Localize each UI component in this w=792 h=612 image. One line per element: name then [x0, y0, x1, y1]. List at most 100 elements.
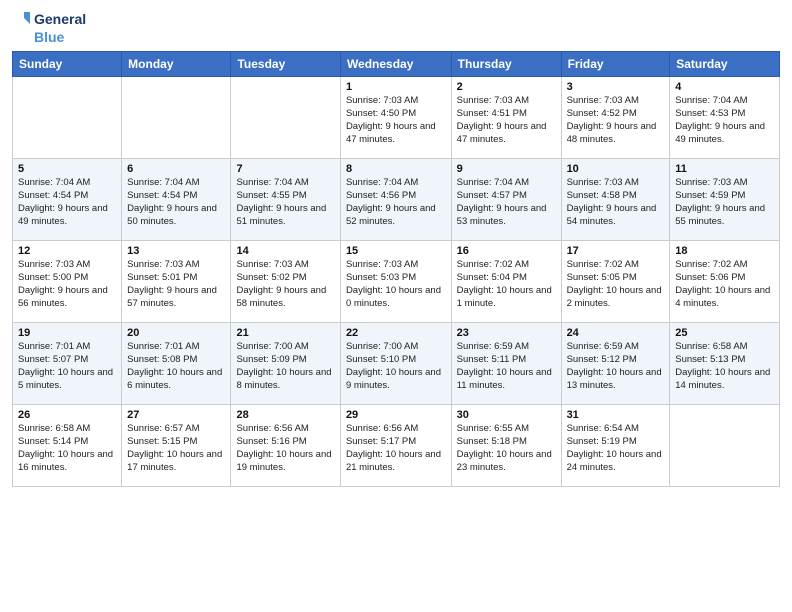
calendar-cell: 26Sunrise: 6:58 AM Sunset: 5:14 PM Dayli…: [13, 405, 122, 487]
calendar-cell: 30 Sunrise: 6:55 AM Sunset: 5:18 PM Dayli…: [451, 405, 561, 487]
day-info: Sunrise: 6:59 AM Sunset: 5:11 PM Dayligh…: [457, 341, 556, 392]
day-number: 3: [567, 81, 665, 93]
calendar-cell: 8 Sunrise: 7:04 AM Sunset: 4:56 PM Daylig…: [340, 159, 451, 241]
calendar-cell: 1 Sunrise: 7:03 AM Sunset: 4:50 PM Daylig…: [340, 77, 451, 159]
calendar-header-thursday: Thursday: [451, 52, 561, 77]
day-info: Sunrise: 7:02 AM Sunset: 5:05 PM Dayligh…: [567, 259, 665, 310]
calendar-cell: 4 Sunrise: 7:04 AM Sunset: 4:53 PM Daylig…: [670, 77, 780, 159]
day-number: 21: [236, 327, 334, 339]
day-number: 7: [236, 163, 334, 175]
day-number: 20: [127, 327, 225, 339]
calendar-cell: 7 Sunrise: 7:04 AM Sunset: 4:55 PM Daylig…: [231, 159, 340, 241]
calendar-cell: 12 Sunrise: 7:03 AM Sunset: 5:00 PM Dayli…: [13, 241, 122, 323]
calendar-cell: 14 Sunrise: 7:03 AM Sunset: 5:02 PM Dayli…: [231, 241, 340, 323]
day-number: 1: [346, 81, 446, 93]
calendar-cell: 31 Sunrise: 6:54 AM Sunset: 5:19 PM Dayli…: [561, 405, 670, 487]
day-number: 19: [18, 327, 116, 339]
page-container: General Blue SundayMondayTuesdayWednesda…: [0, 0, 792, 612]
day-info: Sunrise: 6:56 AM Sunset: 5:16 PM Dayligh…: [236, 423, 334, 474]
day-number: 6: [127, 163, 225, 175]
calendar-cell: [13, 77, 122, 159]
calendar-cell: 18Sunrise: 7:02 AM Sunset: 5:06 PM Dayli…: [670, 241, 780, 323]
day-info: Sunrise: 6:54 AM Sunset: 5:19 PM Dayligh…: [567, 423, 665, 474]
calendar-cell: 2 Sunrise: 7:03 AM Sunset: 4:51 PM Daylig…: [451, 77, 561, 159]
day-number: 2: [457, 81, 556, 93]
day-number: 8: [346, 163, 446, 175]
logo-blue: Blue: [34, 30, 64, 45]
logo: General Blue: [12, 10, 86, 45]
calendar-week-row: 26Sunrise: 6:58 AM Sunset: 5:14 PM Dayli…: [13, 405, 780, 487]
day-number: 27: [127, 409, 225, 421]
day-info: Sunrise: 7:00 AM Sunset: 5:09 PM Dayligh…: [236, 341, 334, 392]
calendar-week-row: 1 Sunrise: 7:03 AM Sunset: 4:50 PM Daylig…: [13, 77, 780, 159]
day-number: 24: [567, 327, 665, 339]
calendar-cell: 13 Sunrise: 7:03 AM Sunset: 5:01 PM Dayli…: [122, 241, 231, 323]
day-number: 9: [457, 163, 556, 175]
day-info: Sunrise: 7:04 AM Sunset: 4:54 PM Dayligh…: [18, 177, 116, 228]
day-number: 4: [675, 81, 774, 93]
calendar-cell: 3 Sunrise: 7:03 AM Sunset: 4:52 PM Daylig…: [561, 77, 670, 159]
calendar-cell: 17Sunrise: 7:02 AM Sunset: 5:05 PM Dayli…: [561, 241, 670, 323]
logo-general: General: [34, 12, 86, 27]
day-info: Sunrise: 6:57 AM Sunset: 5:15 PM Dayligh…: [127, 423, 225, 474]
logo-text-block: General Blue: [12, 10, 86, 45]
day-info: Sunrise: 7:04 AM Sunset: 4:57 PM Dayligh…: [457, 177, 556, 228]
day-info: Sunrise: 7:04 AM Sunset: 4:53 PM Dayligh…: [675, 95, 774, 146]
day-number: 29: [346, 409, 446, 421]
calendar-cell: 15Sunrise: 7:03 AM Sunset: 5:03 PM Dayli…: [340, 241, 451, 323]
day-number: 10: [567, 163, 665, 175]
day-info: Sunrise: 7:02 AM Sunset: 5:04 PM Dayligh…: [457, 259, 556, 310]
calendar-cell: [231, 77, 340, 159]
day-number: 28: [236, 409, 334, 421]
day-info: Sunrise: 7:03 AM Sunset: 5:00 PM Dayligh…: [18, 259, 116, 310]
calendar-cell: 25Sunrise: 6:58 AM Sunset: 5:13 PM Dayli…: [670, 323, 780, 405]
day-number: 22: [346, 327, 446, 339]
calendar-cell: 27 Sunrise: 6:57 AM Sunset: 5:15 PM Dayli…: [122, 405, 231, 487]
calendar-cell: 19 Sunrise: 7:01 AM Sunset: 5:07 PM Dayli…: [13, 323, 122, 405]
day-info: Sunrise: 7:03 AM Sunset: 4:51 PM Dayligh…: [457, 95, 556, 146]
page-header: General Blue: [12, 10, 780, 45]
calendar-cell: 5Sunrise: 7:04 AM Sunset: 4:54 PM Daylig…: [13, 159, 122, 241]
day-info: Sunrise: 6:59 AM Sunset: 5:12 PM Dayligh…: [567, 341, 665, 392]
calendar-week-row: 5Sunrise: 7:04 AM Sunset: 4:54 PM Daylig…: [13, 159, 780, 241]
calendar-week-row: 19 Sunrise: 7:01 AM Sunset: 5:07 PM Dayli…: [13, 323, 780, 405]
day-number: 14: [236, 245, 334, 257]
day-info: Sunrise: 7:03 AM Sunset: 4:52 PM Dayligh…: [567, 95, 665, 146]
calendar-cell: [122, 77, 231, 159]
calendar-header-friday: Friday: [561, 52, 670, 77]
day-info: Sunrise: 6:58 AM Sunset: 5:14 PM Dayligh…: [18, 423, 116, 474]
calendar-cell: 11 Sunrise: 7:03 AM Sunset: 4:59 PM Dayli…: [670, 159, 780, 241]
calendar-cell: 23Sunrise: 6:59 AM Sunset: 5:11 PM Dayli…: [451, 323, 561, 405]
day-info: Sunrise: 6:56 AM Sunset: 5:17 PM Dayligh…: [346, 423, 446, 474]
day-number: 13: [127, 245, 225, 257]
calendar-cell: 10 Sunrise: 7:03 AM Sunset: 4:58 PM Dayli…: [561, 159, 670, 241]
day-info: Sunrise: 7:01 AM Sunset: 5:07 PM Dayligh…: [18, 341, 116, 392]
day-number: 30: [457, 409, 556, 421]
day-number: 16: [457, 245, 556, 257]
day-number: 31: [567, 409, 665, 421]
day-info: Sunrise: 7:03 AM Sunset: 5:01 PM Dayligh…: [127, 259, 225, 310]
calendar-cell: 28 Sunrise: 6:56 AM Sunset: 5:16 PM Dayli…: [231, 405, 340, 487]
calendar-cell: 16 Sunrise: 7:02 AM Sunset: 5:04 PM Dayli…: [451, 241, 561, 323]
day-info: Sunrise: 7:03 AM Sunset: 4:58 PM Dayligh…: [567, 177, 665, 228]
calendar-week-row: 12 Sunrise: 7:03 AM Sunset: 5:00 PM Dayli…: [13, 241, 780, 323]
day-info: Sunrise: 7:04 AM Sunset: 4:56 PM Dayligh…: [346, 177, 446, 228]
day-info: Sunrise: 7:03 AM Sunset: 4:50 PM Dayligh…: [346, 95, 446, 146]
day-info: Sunrise: 6:55 AM Sunset: 5:18 PM Dayligh…: [457, 423, 556, 474]
calendar-cell: 9 Sunrise: 7:04 AM Sunset: 4:57 PM Daylig…: [451, 159, 561, 241]
calendar-header-sunday: Sunday: [13, 52, 122, 77]
day-number: 11: [675, 163, 774, 175]
day-info: Sunrise: 7:03 AM Sunset: 4:59 PM Dayligh…: [675, 177, 774, 228]
day-info: Sunrise: 6:58 AM Sunset: 5:13 PM Dayligh…: [675, 341, 774, 392]
day-number: 12: [18, 245, 116, 257]
day-number: 15: [346, 245, 446, 257]
day-info: Sunrise: 7:00 AM Sunset: 5:10 PM Dayligh…: [346, 341, 446, 392]
calendar-cell: 22 Sunrise: 7:00 AM Sunset: 5:10 PM Dayli…: [340, 323, 451, 405]
calendar-header-row: SundayMondayTuesdayWednesdayThursdayFrid…: [13, 52, 780, 77]
calendar-header-saturday: Saturday: [670, 52, 780, 77]
calendar-cell: 29 Sunrise: 6:56 AM Sunset: 5:17 PM Dayli…: [340, 405, 451, 487]
day-info: Sunrise: 7:04 AM Sunset: 4:54 PM Dayligh…: [127, 177, 225, 228]
calendar-cell: 21 Sunrise: 7:00 AM Sunset: 5:09 PM Dayli…: [231, 323, 340, 405]
day-info: Sunrise: 7:03 AM Sunset: 5:02 PM Dayligh…: [236, 259, 334, 310]
day-info: Sunrise: 7:04 AM Sunset: 4:55 PM Dayligh…: [236, 177, 334, 228]
